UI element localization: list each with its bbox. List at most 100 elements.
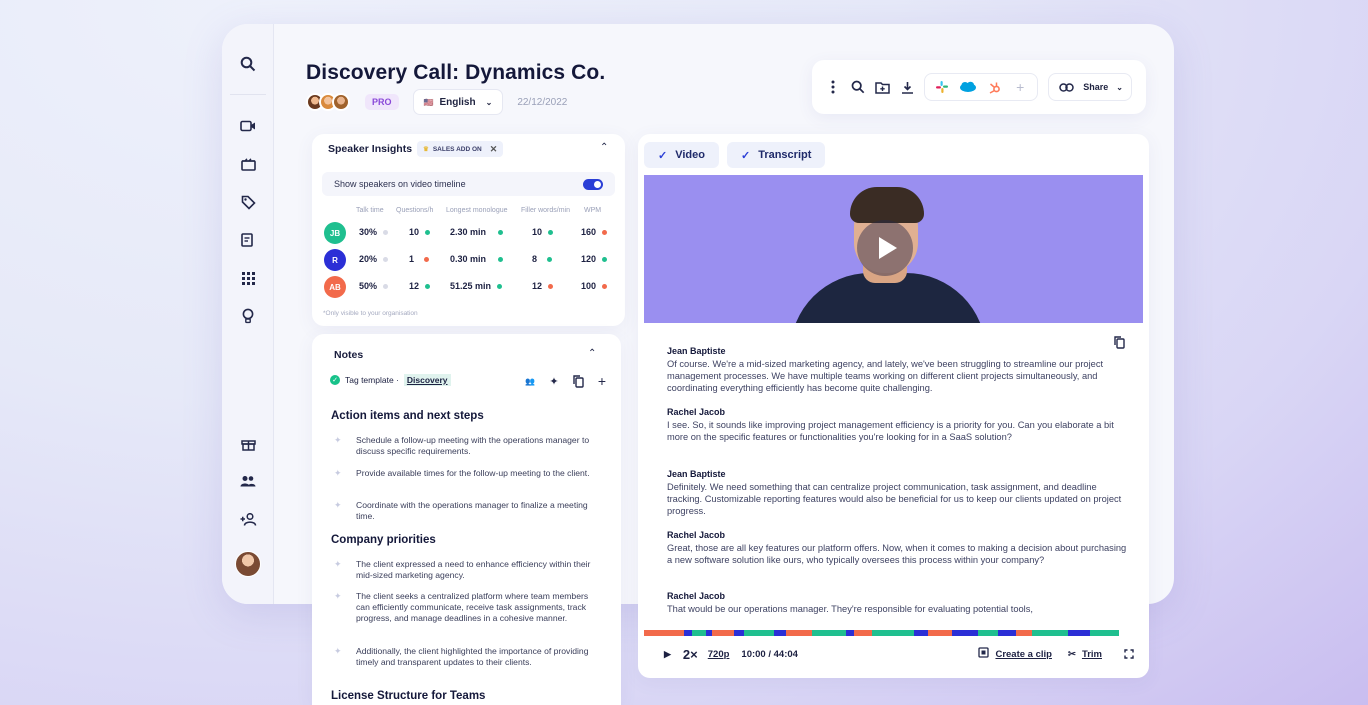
meta-row: PRO 🇺🇸 English ⌄ 22/12/2022 <box>306 89 567 115</box>
apps-grid-icon[interactable] <box>236 266 260 290</box>
add-user-icon[interactable] <box>236 507 260 531</box>
timeline-segment <box>928 630 952 636</box>
questions: 1 <box>409 254 415 264</box>
sparkle-icon: ✦ <box>334 591 342 601</box>
sparkle-icon: ✦ <box>334 559 342 569</box>
gift-icon[interactable] <box>236 431 260 455</box>
wpm: 160 <box>581 227 597 237</box>
col-questions: Questions/h <box>396 207 434 214</box>
timeline-segment <box>998 630 1016 636</box>
more-vertical-icon[interactable] <box>826 78 840 96</box>
language-label: English <box>439 96 476 108</box>
collapse-chevron-icon[interactable]: ⌃ <box>600 142 608 153</box>
timeline-segment <box>684 630 692 636</box>
video-camera-icon[interactable] <box>236 114 260 138</box>
note-item: ✦ The client expressed a need to enhance … <box>334 559 591 580</box>
speaker-timeline[interactable] <box>644 630 1143 636</box>
notes-title: Notes <box>334 349 364 361</box>
search-icon[interactable] <box>236 52 260 76</box>
filler-words: 12 <box>532 281 543 291</box>
user-avatar[interactable] <box>235 551 261 577</box>
video-player[interactable] <box>644 175 1143 323</box>
timeline-segment <box>1090 630 1119 636</box>
add-integration-icon[interactable]: + <box>1011 78 1029 96</box>
share-button[interactable]: Share ⌄ <box>1083 82 1123 92</box>
timeline-segment <box>952 630 978 636</box>
notes-card: Notes ⌃ ✓ Tag template · Discovery 👥 ✦ +… <box>312 334 621 705</box>
speaker-avatar: JB <box>324 222 346 244</box>
slack-icon[interactable] <box>933 78 951 96</box>
clip-icon <box>978 647 990 661</box>
toggle-label: Show speakers on video timeline <box>334 179 466 189</box>
language-select[interactable]: 🇺🇸 English ⌄ <box>412 89 504 115</box>
hubspot-icon[interactable] <box>985 78 1003 96</box>
speaker-row: JB 30% 10 2.30 min 10 160 <box>324 222 614 244</box>
fullscreen-icon[interactable] <box>1124 649 1134 659</box>
copy-icon[interactable] <box>571 374 585 388</box>
speed-button[interactable]: 2× <box>683 647 698 662</box>
download-icon[interactable] <box>900 78 914 96</box>
add-icon[interactable]: + <box>595 373 609 389</box>
lightbulb-icon[interactable] <box>236 304 260 328</box>
quality-button[interactable]: 720p <box>708 649 730 660</box>
timeline-segment <box>914 630 928 636</box>
section-heading: Action items and next steps <box>331 410 484 422</box>
transcript-text: Of course. We're a mid-sized marketing a… <box>667 359 1104 393</box>
participants-icon[interactable]: 👥 <box>523 374 537 388</box>
speaker-avatar: AB <box>324 276 346 298</box>
transcript-text: Great, those are all key features our pl… <box>667 543 1127 565</box>
timeline-segment <box>872 630 914 636</box>
questions: 12 <box>409 281 420 291</box>
video-person-hair <box>850 187 924 223</box>
note-item: ✦ Coordinate with the operations manager … <box>334 500 588 521</box>
pro-badge: PRO <box>365 94 399 110</box>
page-title: Discovery Call: Dynamics Co. <box>306 61 606 84</box>
close-icon[interactable]: ✕ <box>490 144 498 155</box>
filler-words: 10 <box>532 227 543 237</box>
sparkle-icon: ✦ <box>334 646 342 656</box>
note-item: ✦ Additionally, the client highlighted th… <box>334 646 589 667</box>
questions: 10 <box>409 227 420 237</box>
link-icon[interactable] <box>1057 78 1075 96</box>
speaker-timeline-toggle[interactable] <box>583 178 603 190</box>
tag-template-link[interactable]: Discovery <box>403 374 451 386</box>
note-item: ✦ The client seeks a centralized platform… <box>334 591 589 623</box>
col-talk-time: Talk time <box>356 207 384 214</box>
play-overlay-button[interactable] <box>857 220 913 276</box>
visibility-footnote: *Only visible to your organisation <box>323 310 418 317</box>
timeline-segment <box>978 630 998 636</box>
sparkle-icon: ✦ <box>334 435 342 445</box>
folder-add-icon[interactable] <box>875 78 890 96</box>
sales-addon-badge: ♛ SALES ADD ON ✕ <box>417 141 504 157</box>
note-item: ✦ Schedule a follow-up meeting with the o… <box>334 435 590 456</box>
wpm: 100 <box>581 281 597 291</box>
play-button[interactable]: ▶ <box>664 649 671 660</box>
tag-icon[interactable] <box>236 190 260 214</box>
collapse-chevron-icon[interactable]: ⌃ <box>588 348 596 359</box>
clapperboard-icon[interactable] <box>236 152 260 176</box>
sparkle-icon: ✦ <box>334 468 342 478</box>
check-icon: ✓ <box>740 149 751 162</box>
team-icon[interactable] <box>236 469 260 493</box>
note-add-icon[interactable] <box>236 228 260 252</box>
transcript-entry: Rachel Jacob That would be our operation… <box>667 591 1127 615</box>
create-clip-button[interactable]: Create a clip <box>978 647 1052 661</box>
search-icon[interactable] <box>850 78 864 96</box>
section-heading: Company priorities <box>331 534 436 546</box>
timeline-segment <box>744 630 774 636</box>
filler-words: 8 <box>532 254 538 264</box>
timeline-segment <box>692 630 706 636</box>
timeline-segment <box>854 630 872 636</box>
section-heading: License Structure for Teams <box>331 690 486 702</box>
note-tools: 👥 ✦ + <box>523 373 609 389</box>
salesforce-icon[interactable] <box>959 78 977 96</box>
tab-transcript[interactable]: ✓ Transcript <box>726 142 826 168</box>
trim-button[interactable]: ✂ Trim <box>1068 649 1102 660</box>
ai-sparkle-icon[interactable]: ✦ <box>547 374 561 388</box>
speaker-name: Jean Baptiste <box>667 469 726 479</box>
tab-video[interactable]: ✓ Video <box>644 142 719 168</box>
monologue: 51.25 min <box>450 281 492 291</box>
monologue: 2.30 min <box>450 227 487 237</box>
check-circle-icon: ✓ <box>330 375 340 385</box>
col-longest-monologue: Longest monologue <box>446 207 508 214</box>
